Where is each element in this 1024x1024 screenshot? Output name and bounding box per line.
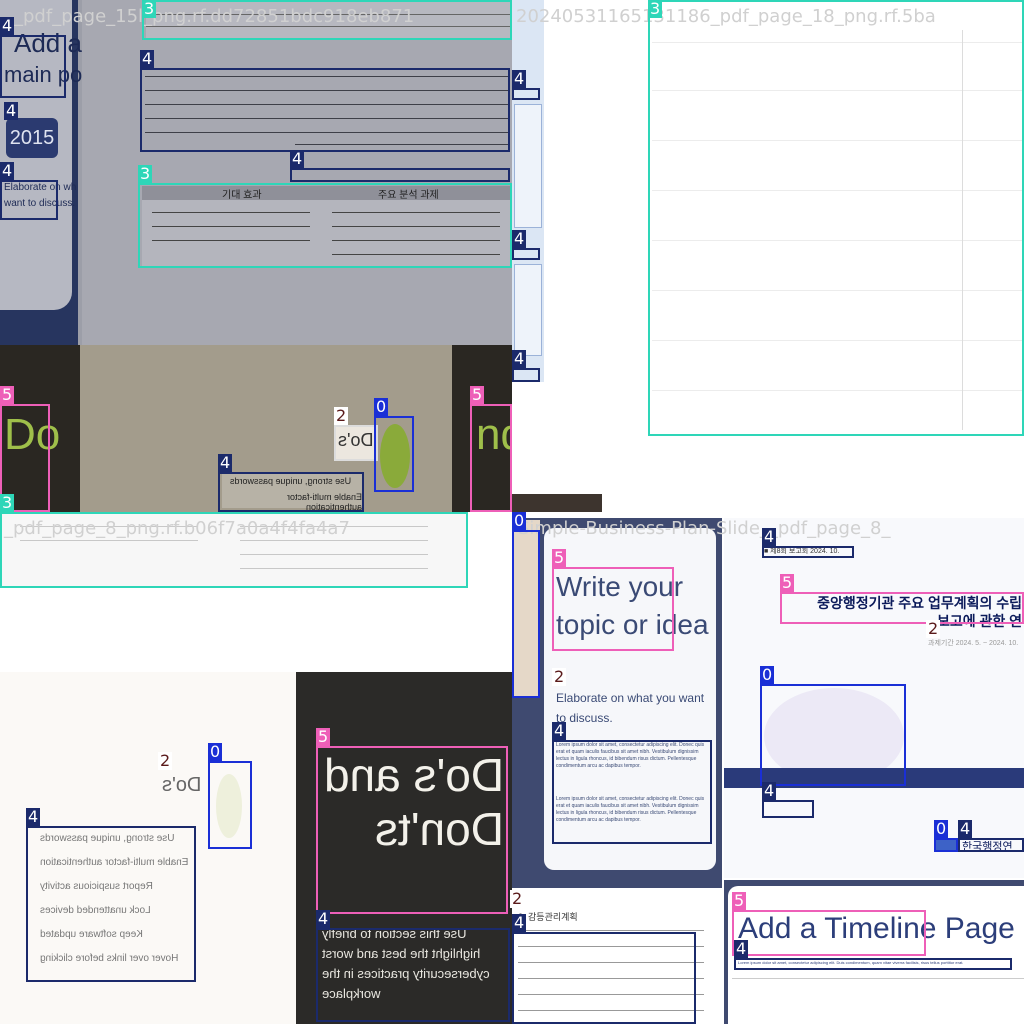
bbox-class-4: 4 [0, 162, 58, 220]
bbox-class-5: 5 [732, 892, 926, 956]
timeline-line [732, 978, 1024, 979]
bbox-class-5: 5 [552, 549, 674, 651]
bbox-class-4: 4 [512, 230, 540, 260]
bbox-class-4: 4 [762, 528, 854, 558]
bbox-class-4: 4 [512, 350, 540, 382]
dos-label: Do's [162, 774, 202, 796]
bbox-class-5: 5 [470, 386, 512, 512]
bbox-class-0: 0 [760, 666, 906, 786]
bbox-class-4: 4 [26, 808, 196, 982]
report-subtitle: 과제기간 2024. 5. ~ 2024. 10. [928, 640, 1019, 647]
bbox-class-5: 5 [316, 728, 508, 914]
bbox-class-4: 4 [316, 910, 510, 1022]
tile4-caption: Simple-Business-Plan-Slide__pdf_page_8_ [518, 518, 891, 539]
bbox-class-2: 2 [334, 407, 378, 461]
bbox-class-3: 3 [138, 165, 512, 268]
bbox-class-0: 0 [208, 743, 252, 849]
elaborate-subtitle: Elaborate on what you want to discuss. [556, 691, 705, 725]
bbox-class-4: 4 [512, 70, 540, 100]
doc-bottom-dark-bar [512, 494, 602, 512]
bbox-class-0: 0 [934, 820, 958, 852]
bbox-class-4: 4 [140, 50, 510, 152]
section-heading: 3. 감등관리계획 [518, 912, 578, 922]
bbox-class-4: 4 [512, 914, 696, 1024]
bbox-class-4: 4 [0, 17, 66, 98]
year-badge: 2015 [6, 118, 58, 158]
bbox-class-4: 4 [218, 454, 364, 512]
bbox-class-0: 0 [374, 398, 414, 492]
bbox-class-4: 4 [290, 150, 510, 182]
bbox-class-3: 3 [142, 0, 512, 40]
bbox-class-4: 4 [552, 722, 712, 844]
bbox-class-3: 3 [0, 494, 468, 588]
bbox-class-4: 4 [734, 940, 1012, 970]
bbox-class-3: 3 [648, 0, 1024, 436]
bbox-class-5: 5 [780, 574, 1024, 624]
bbox-class-0: 0 [512, 512, 540, 698]
bbox-class-4: 4 [958, 820, 1024, 852]
year-badge-text: 2015 [9, 127, 55, 149]
bbox-class-4: 4 [762, 782, 814, 818]
